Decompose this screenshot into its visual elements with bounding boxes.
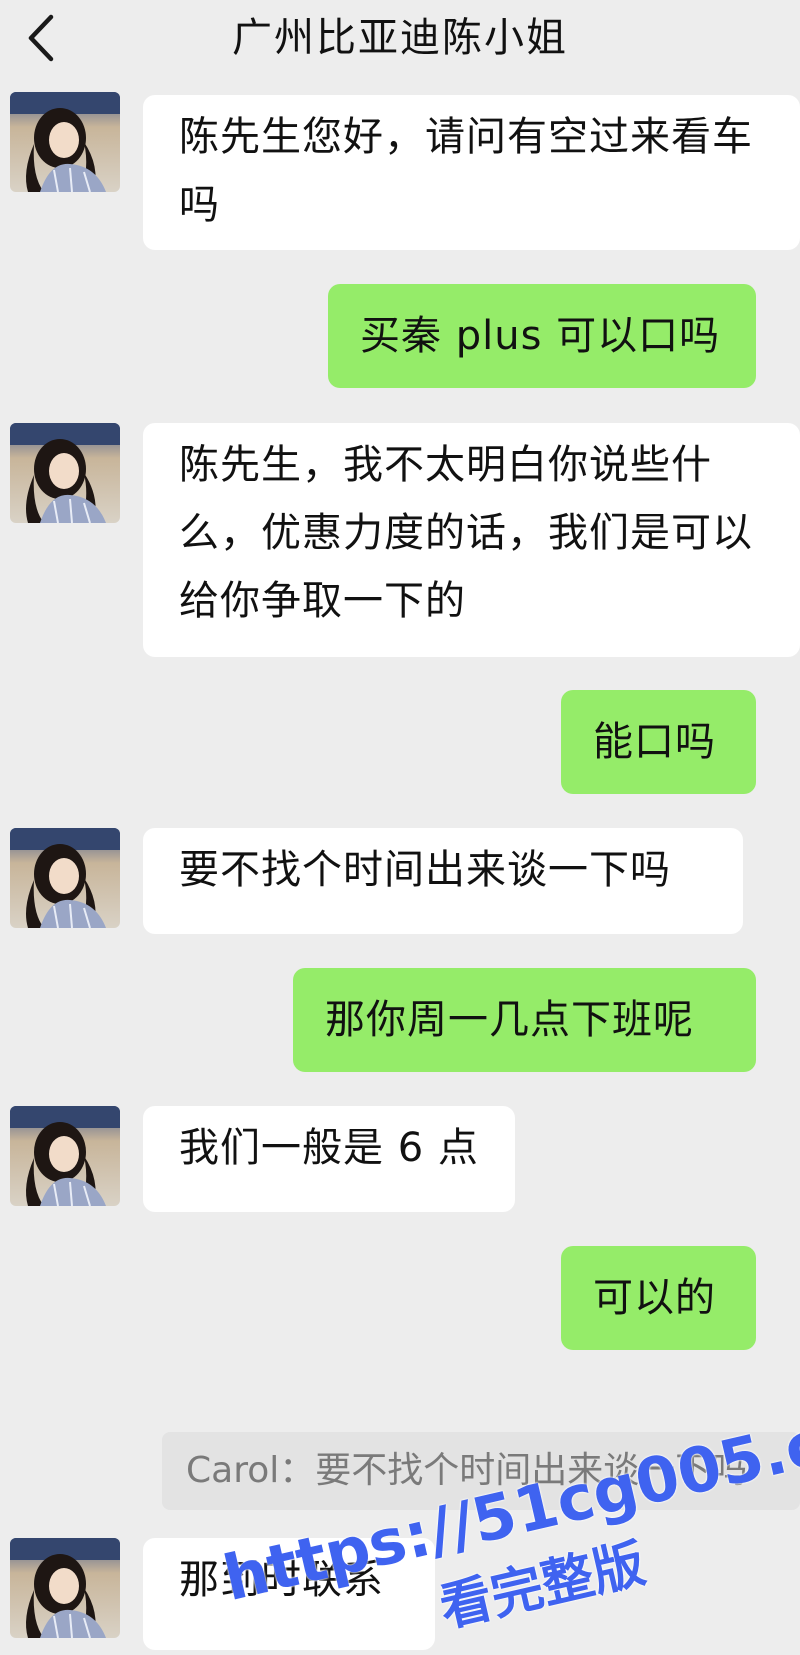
contact-avatar[interactable] bbox=[10, 828, 120, 928]
contact-avatar[interactable] bbox=[10, 1106, 120, 1206]
contact-avatar[interactable] bbox=[10, 1538, 120, 1638]
message-bubble-incoming[interactable]: 陈先生，我不太明白你说些什么，优惠力度的话，我们是可以给你争取一下的 bbox=[143, 423, 800, 657]
message-bubble-outgoing[interactable]: 能口吗 bbox=[561, 690, 756, 794]
message-bubble-outgoing[interactable]: 那你周一几点下班呢 bbox=[293, 968, 756, 1072]
message-bubble-incoming[interactable]: 陈先生您好，请问有空过来看车吗 bbox=[143, 95, 800, 250]
message-bubble-outgoing[interactable]: 买秦 plus 可以口吗 bbox=[328, 284, 756, 388]
chat-header: 广州比亚迪陈小姐 bbox=[0, 0, 800, 76]
contact-avatar[interactable] bbox=[10, 423, 120, 523]
message-bubble-incoming[interactable]: 要不找个时间出来谈一下吗 bbox=[143, 828, 743, 934]
watermark-caption: 看完整版 bbox=[434, 1533, 651, 1640]
chat-title: 广州比亚迪陈小姐 bbox=[232, 15, 568, 61]
quoted-message[interactable]: Carol：要不找个时间出来谈一下吗 bbox=[162, 1432, 800, 1510]
contact-avatar[interactable] bbox=[10, 92, 120, 192]
message-bubble-incoming[interactable]: 我们一般是 6 点 bbox=[143, 1106, 515, 1212]
message-bubble-outgoing[interactable]: 可以的 bbox=[561, 1246, 756, 1350]
message-bubble-incoming[interactable]: 那到时联系 bbox=[143, 1538, 435, 1650]
